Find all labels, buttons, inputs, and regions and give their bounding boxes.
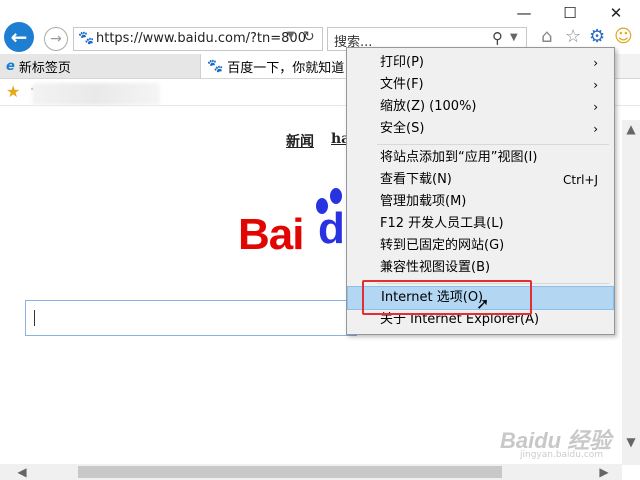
menu-item-safety[interactable]: 安全(S) › bbox=[347, 118, 612, 140]
home-icon[interactable]: ⌂ bbox=[541, 26, 552, 47]
search-dropdown-icon[interactable]: ▼ bbox=[510, 32, 518, 43]
back-arrow-icon: ← bbox=[10, 25, 28, 49]
logo-bai-text: Bai bbox=[238, 210, 304, 259]
tab-baidu[interactable]: 🐾 百度一下，你就知道 bbox=[201, 54, 351, 78]
annotation-highlight-box bbox=[362, 280, 532, 315]
scroll-up-icon[interactable]: ▲ bbox=[622, 120, 640, 138]
address-bar[interactable]: 🐾 https://www.baidu.com/?tn=800 ▼ ↻ bbox=[73, 27, 323, 51]
submenu-arrow-icon: › bbox=[593, 56, 598, 70]
gear-icon[interactable]: ⚙ bbox=[589, 26, 605, 47]
favorites-star-icon[interactable]: ★ bbox=[6, 82, 20, 101]
menu-item-file[interactable]: 文件(F) › bbox=[347, 74, 612, 96]
baidu-search-input[interactable] bbox=[25, 300, 357, 336]
text-caret bbox=[34, 310, 35, 326]
address-url[interactable]: https://www.baidu.com/?tn=800 bbox=[96, 31, 306, 46]
news-link[interactable]: 新闻 bbox=[286, 131, 314, 151]
tab-new-tab[interactable]: e 新标签页 bbox=[0, 54, 201, 78]
menu-item-view-downloads[interactable]: 查看下载(N) Ctrl+J bbox=[347, 169, 612, 191]
menu-item-label: 将站点添加到“应用”视图(I) bbox=[380, 150, 538, 165]
blurred-favorite-item[interactable] bbox=[32, 83, 160, 105]
menu-item-label: 安全(S) bbox=[380, 121, 425, 136]
mouse-cursor-icon: ➚ bbox=[476, 294, 490, 313]
menu-item-manage-addons[interactable]: 管理加载项(M) bbox=[347, 191, 612, 213]
menu-separator bbox=[377, 144, 609, 145]
watermark-url: jingyan.baidu.com bbox=[520, 450, 604, 460]
menu-item-dev-tools[interactable]: F12 开发人员工具(L) bbox=[347, 213, 612, 235]
menu-item-zoom[interactable]: 缩放(Z) (100%) › bbox=[347, 96, 612, 118]
site-favicon-icon: 🐾 bbox=[78, 31, 95, 46]
favorites-icon[interactable]: ☆ bbox=[565, 26, 581, 47]
tab-label: 新标签页 bbox=[18, 60, 71, 76]
scroll-right-icon[interactable]: ▶ bbox=[596, 464, 612, 480]
menu-item-print[interactable]: 打印(P) › bbox=[347, 52, 612, 74]
submenu-arrow-icon: › bbox=[593, 122, 598, 136]
horizontal-scroll-thumb[interactable] bbox=[78, 466, 502, 478]
back-button[interactable]: ← bbox=[4, 22, 34, 52]
vertical-scrollbar[interactable] bbox=[622, 120, 640, 465]
submenu-arrow-icon: › bbox=[593, 78, 598, 92]
scroll-left-icon[interactable]: ◀ bbox=[14, 464, 30, 480]
menu-item-label: 兼容性视图设置(B) bbox=[380, 260, 491, 275]
refresh-icon[interactable]: ↻ bbox=[303, 29, 315, 45]
menu-item-pinned-sites[interactable]: 转到已固定的网站(G) bbox=[347, 235, 612, 257]
forward-arrow-icon: → bbox=[50, 31, 62, 47]
submenu-arrow-icon: › bbox=[593, 100, 598, 114]
menu-item-label: 缩放(Z) (100%) bbox=[380, 99, 477, 114]
menu-shortcut: Ctrl+J bbox=[563, 173, 598, 187]
menu-item-compat-view[interactable]: 兼容性视图设置(B) bbox=[347, 257, 612, 279]
search-icon[interactable]: ⚲ bbox=[492, 29, 503, 47]
tab-label: 百度一下，你就知道 bbox=[227, 60, 345, 76]
address-dropdown-icon[interactable]: ▼ bbox=[287, 30, 295, 41]
forward-button[interactable]: → bbox=[44, 27, 68, 51]
scroll-down-icon[interactable]: ▼ bbox=[622, 433, 640, 451]
menu-item-label: 转到已固定的网站(G) bbox=[380, 238, 505, 253]
menu-item-label: 打印(P) bbox=[380, 55, 424, 70]
menu-item-label: 文件(F) bbox=[380, 77, 424, 92]
ie-logo-icon: e bbox=[6, 58, 15, 74]
smiley-feedback-icon[interactable]: ☺ bbox=[614, 26, 633, 47]
baidu-favicon-icon: 🐾 bbox=[207, 58, 224, 74]
menu-item-add-to-apps[interactable]: 将站点添加到“应用”视图(I) bbox=[347, 147, 612, 169]
menu-item-label: F12 开发人员工具(L) bbox=[380, 216, 504, 231]
menu-item-label: 管理加载项(M) bbox=[380, 194, 467, 209]
menu-item-label: 查看下载(N) bbox=[380, 172, 452, 187]
baidu-logo: Bai du bbox=[238, 188, 372, 260]
